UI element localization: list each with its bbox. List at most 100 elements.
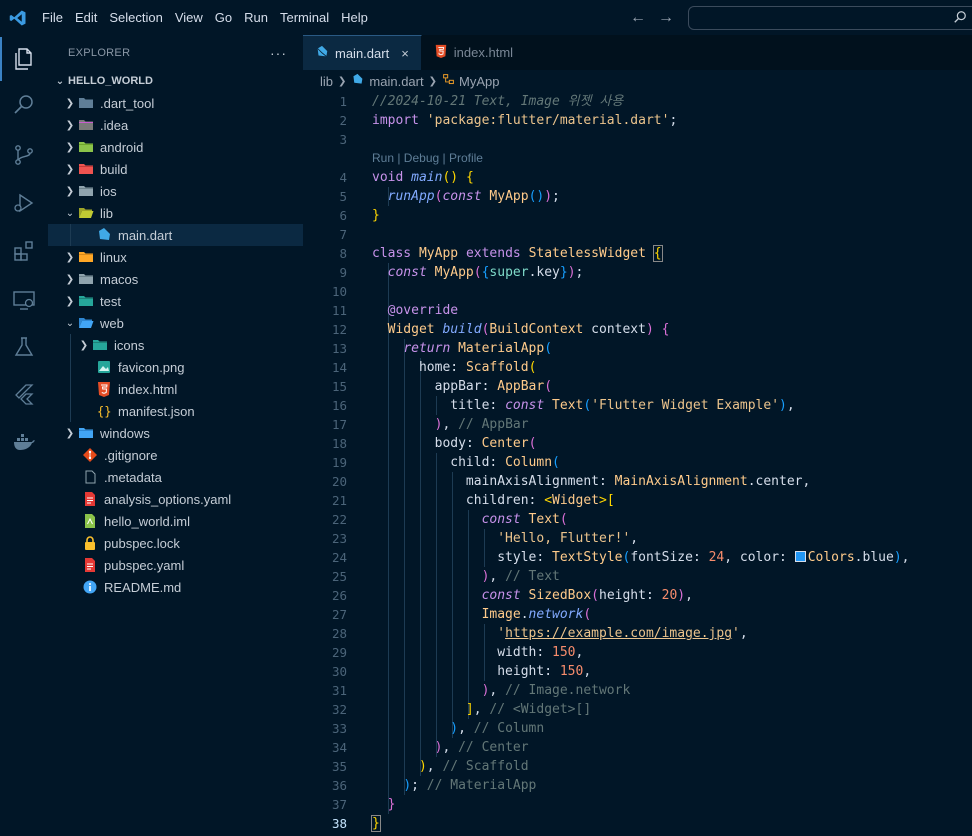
line-number: 10 — [331, 284, 347, 299]
workspace-root-label: HELLO_WORLD — [68, 75, 153, 87]
tree-folder-dart-tool[interactable]: ❯ .dart_tool — [48, 92, 303, 114]
info-file-icon — [82, 579, 98, 595]
folder-dart-icon — [78, 95, 94, 111]
folder-ios-icon — [78, 183, 94, 199]
tree-file-main-dart[interactable]: main.dart — [48, 224, 303, 246]
activity-bar — [0, 35, 48, 836]
tab-label: main.dart — [335, 45, 390, 61]
tree-file-analysis-options-yaml[interactable]: analysis_options.yaml — [48, 488, 303, 510]
code-editor[interactable]: 1 2 3 4 5 6 7 8 9 10 11 12 13 14 15 16 17 18 19 20 21 22 23 24 2… — [303, 92, 972, 836]
menu-view[interactable]: View — [169, 0, 209, 35]
tree-folder-windows[interactable]: ❯ windows — [48, 422, 303, 444]
flutter-icon[interactable] — [0, 373, 48, 417]
tree-folder-ios[interactable]: ❯ ios — [48, 180, 303, 202]
color-swatch[interactable] — [794, 551, 806, 562]
explorer-icon[interactable] — [0, 37, 48, 81]
tree-file-pubspec-yaml[interactable]: pubspec.yaml — [48, 554, 303, 576]
tree-file-manifest-json[interactable]: {} manifest.json — [48, 400, 303, 422]
svg-text:{}: {} — [97, 405, 111, 419]
tree-item-label: .idea — [100, 117, 129, 133]
command-center-search[interactable] — [688, 6, 972, 30]
tree-item-label: analysis_options.yaml — [104, 491, 232, 507]
tree-item-label: .dart_tool — [100, 95, 155, 111]
tree-folder-icons[interactable]: ❯ icons — [48, 334, 303, 356]
tree-item-label: linux — [100, 249, 127, 265]
tree-folder-linux[interactable]: ❯ linux — [48, 246, 303, 268]
tree-file-gitignore[interactable]: .gitignore — [48, 444, 303, 466]
nav-arrows: ← → — [630, 0, 674, 35]
tree-item-label: ios — [100, 183, 117, 199]
tree-folder-test[interactable]: ❯ test — [48, 290, 303, 312]
docker-icon[interactable] — [0, 420, 48, 464]
close-icon[interactable]: × — [401, 46, 409, 61]
workspace-root[interactable]: ⌄ HELLO_WORLD — [48, 70, 303, 92]
tree-folder-web[interactable]: ⌄ web — [48, 312, 303, 334]
code-comment: //2024-10-21 Text, Image 위젯 사용 — [372, 94, 624, 109]
tree-item-label: pubspec.yaml — [104, 557, 185, 573]
tree-folder-lib[interactable]: ⌄ lib — [48, 202, 303, 224]
tree-item-label: README.md — [104, 579, 182, 595]
tree-folder-idea[interactable]: ❯ .idea — [48, 114, 303, 136]
menu-terminal[interactable]: Terminal — [274, 0, 335, 35]
chevron-right-icon: ❯ — [65, 97, 75, 109]
breadcrumb-symbol[interactable]: MyApp — [459, 74, 499, 89]
html-file-icon — [434, 44, 448, 61]
tab-main-dart[interactable]: main.dart × — [303, 35, 422, 70]
plain-file-icon — [82, 469, 98, 485]
tree-file-metadata[interactable]: .metadata — [48, 466, 303, 488]
tree-item-label: web — [100, 315, 124, 331]
lock-file-icon — [82, 535, 98, 551]
chevron-right-icon: ❯ — [65, 163, 75, 175]
tree-item-label: main.dart — [118, 227, 173, 243]
run-debug-icon[interactable] — [0, 181, 48, 225]
tree-file-pubspec-lock[interactable]: pubspec.lock — [48, 532, 303, 554]
git-file-icon — [82, 447, 98, 463]
menu-file[interactable]: File — [36, 0, 69, 35]
back-arrow-icon[interactable]: ← — [630, 9, 646, 27]
remote-explorer-icon[interactable] — [0, 278, 48, 322]
tree-item-label: hello_world.iml — [104, 513, 190, 529]
menu-help[interactable]: Help — [335, 0, 374, 35]
source-control-icon[interactable] — [0, 133, 48, 177]
tree-item-label: .gitignore — [104, 447, 158, 463]
folder-images-icon — [92, 337, 108, 353]
chevron-right-icon: ❯ — [65, 251, 75, 263]
search-icon — [953, 10, 967, 29]
vscode-logo-icon — [0, 0, 36, 35]
menu-selection[interactable]: Selection — [103, 0, 168, 35]
tab-label: index.html — [453, 45, 514, 60]
dart-file-icon — [96, 227, 112, 243]
chevron-right-icon: ❯ — [65, 185, 75, 197]
breadcrumb-file[interactable]: main.dart — [369, 74, 423, 89]
tree-file-favicon-png[interactable]: favicon.png — [48, 356, 303, 378]
extensions-icon[interactable] — [0, 229, 48, 273]
menu-bar: File Edit Selection View Go Run Terminal… — [36, 0, 374, 35]
chevron-down-icon: ⌄ — [55, 75, 65, 87]
search-view-icon[interactable] — [0, 83, 48, 127]
explorer-title: EXPLORER — [68, 46, 131, 59]
line-number: 3 — [339, 132, 347, 147]
chevron-down-icon: ⌄ — [65, 207, 75, 219]
tree-folder-macos[interactable]: ❯ macos — [48, 268, 303, 290]
tree-item-label: lib — [100, 205, 114, 221]
tree-folder-build[interactable]: ❯ build — [48, 158, 303, 180]
testing-icon[interactable] — [0, 325, 48, 369]
breadcrumb-folder[interactable]: lib — [320, 74, 333, 89]
tab-index-html[interactable]: index.html — [421, 35, 543, 70]
tree-item-label: android — [100, 139, 144, 155]
dart-file-icon — [315, 45, 329, 62]
codelens-run-debug-profile[interactable]: Run | Debug | Profile — [372, 149, 483, 168]
tree-file-readme-md[interactable]: README.md — [48, 576, 303, 598]
tree-file-index-html[interactable]: index.html — [48, 378, 303, 400]
forward-arrow-icon[interactable]: → — [658, 9, 674, 27]
menu-edit[interactable]: Edit — [69, 0, 103, 35]
menu-go[interactable]: Go — [209, 0, 238, 35]
chevron-right-icon: ❯ — [65, 119, 75, 131]
tree-folder-android[interactable]: ❯ android — [48, 136, 303, 158]
tree-item-label: icons — [114, 337, 145, 353]
menu-run[interactable]: Run — [238, 0, 274, 35]
tree-file-hello-world-iml[interactable]: hello_world.iml — [48, 510, 303, 532]
tree-item-label: favicon.png — [118, 359, 185, 375]
tree-item-label: index.html — [118, 381, 178, 397]
more-actions-icon[interactable]: ··· — [270, 45, 287, 61]
